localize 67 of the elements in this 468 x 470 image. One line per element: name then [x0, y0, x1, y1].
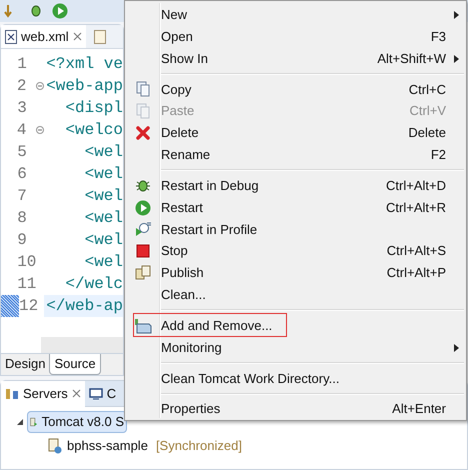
editor-mode-tab[interactable]: Source [49, 354, 101, 375]
module-icon [47, 438, 63, 454]
editor-tab[interactable]: web.xml [1, 25, 86, 48]
menu-item[interactable]: Restart in Debug Ctrl+Alt+D [125, 174, 466, 197]
stop-icon [135, 243, 151, 260]
editor-mode-tab[interactable]: Design [1, 354, 50, 375]
run-icon[interactable] [52, 3, 68, 19]
play-icon [135, 200, 151, 216]
line-number: 9 [17, 230, 28, 251]
menu-item[interactable]: Copy Ctrl+C [125, 78, 466, 100]
file-icon [94, 30, 106, 44]
menu-item[interactable]: Properties Alt+Enter [125, 398, 466, 420]
menu-item[interactable]: Clean... [125, 284, 466, 306]
collapse-icon[interactable] [36, 126, 44, 134]
view-tab[interactable]: C [84, 380, 120, 406]
menu-item[interactable]: Open F3 [125, 26, 466, 48]
menu-item[interactable]: New [125, 4, 466, 26]
folder-icon [134, 318, 152, 334]
line-number: 11 [17, 274, 37, 295]
delete-icon [135, 125, 151, 142]
line-number: 6 [17, 164, 28, 185]
code-line: <wel [84, 164, 123, 185]
line-number: 3 [17, 98, 28, 119]
menu-item[interactable]: Restart in Profile [125, 218, 466, 240]
expanded-icon[interactable] [15, 417, 25, 427]
menu-item[interactable]: Clean Tomcat Work Directory... [125, 367, 466, 390]
scrollbar[interactable] [41, 337, 123, 353]
code-line: <wel [84, 252, 123, 273]
line-number: 5 [17, 142, 28, 163]
line-number: 12 [19, 296, 38, 317]
module-name[interactable]: bphss-sample [67, 436, 148, 456]
server-tree-item[interactable]: Tomcat v8.0 S [27, 411, 127, 433]
close-icon[interactable] [72, 32, 82, 41]
sync-status: [Synchronized] [156, 437, 242, 456]
line-number: 10 [17, 252, 37, 273]
menu-item[interactable]: Monitoring [125, 336, 466, 358]
line-number: 8 [17, 208, 28, 229]
code-line: <displ [64, 98, 123, 119]
code-line: <?xml ve [45, 54, 123, 75]
view-tab[interactable]: Servers [1, 380, 85, 406]
monitor-icon [88, 388, 103, 400]
line-number: 2 [16, 76, 28, 97]
code-line: <wel [84, 142, 123, 163]
line-number: 7 [17, 186, 28, 207]
code-line: <wel [84, 230, 123, 251]
code-line: <web-app [45, 76, 123, 97]
menu-item[interactable]: Stop Ctrl+Alt+S [125, 240, 466, 262]
close-icon[interactable] [72, 389, 81, 398]
menu-item[interactable]: Rename F2 [125, 144, 466, 166]
code-line: </welc [64, 274, 123, 295]
xml-file-icon [5, 30, 17, 44]
collapse-icon[interactable] [36, 82, 44, 90]
menu-item[interactable]: Show In Alt+Shift+W [125, 48, 466, 70]
paste-icon [135, 103, 151, 120]
copy-icon [135, 81, 151, 98]
menu-item[interactable]: Restart Ctrl+Alt+R [125, 196, 466, 218]
line-number: 4 [16, 120, 28, 141]
servers-icon [5, 386, 19, 400]
menu-item[interactable]: Delete Delete [125, 122, 466, 144]
publish-icon [135, 265, 151, 282]
stopwatch-icon [135, 221, 151, 238]
code-line: <wel [84, 208, 123, 229]
code-line: <welco [64, 120, 123, 141]
line-number: 1 [17, 54, 28, 75]
code-line: <wel [84, 186, 123, 207]
menu-item[interactable]: Publish Ctrl+Alt+P [125, 262, 466, 284]
menu-item[interactable]: Add and Remove... [125, 314, 466, 337]
